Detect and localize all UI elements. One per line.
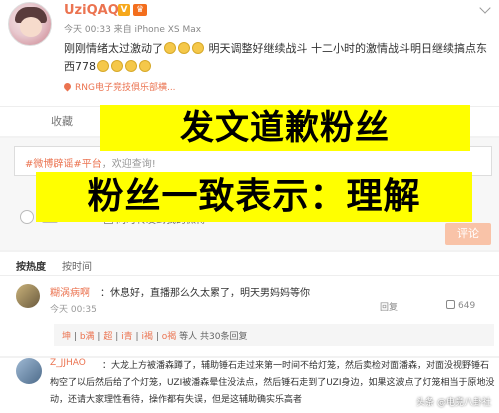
comment-time: 今天 00:35	[50, 305, 97, 315]
reply-user[interactable]: 坤	[62, 332, 71, 342]
commenter-avatar[interactable]	[16, 284, 40, 308]
sort-bar: 按热度 按时间	[0, 252, 499, 276]
separator: |	[97, 332, 101, 342]
user-avatar[interactable]	[8, 2, 52, 46]
grin-emoji-icon	[97, 60, 109, 72]
commenter-name[interactable]: 糊涡病啊	[50, 284, 90, 299]
comment-text: ：休息好，直播那么久太累了，明天男妈妈等你	[100, 288, 310, 299]
separator: |	[115, 332, 119, 342]
submit-comment-button[interactable]: 评论	[445, 223, 491, 245]
location-link[interactable]: RNG电子竞技俱乐部横...	[62, 80, 176, 93]
chevron-down-icon[interactable]	[479, 2, 491, 14]
input-hashtag: #微博辟谣#平台	[25, 159, 102, 170]
separator: |	[73, 332, 77, 342]
location-text: RNG电子竞技俱乐部横...	[75, 83, 176, 93]
avatar-face	[20, 17, 42, 37]
reply-summary[interactable]: 坤 | b满 | 超 | i青 | i褐 | o褐 等人 共30条回复	[54, 324, 494, 346]
separator: |	[155, 332, 159, 342]
input-text: ，欢迎查询!	[101, 159, 156, 170]
reply-user[interactable]: b满	[80, 332, 95, 342]
sort-by-time-tab[interactable]: 按时间	[62, 258, 92, 273]
comment-like-button[interactable]: 649	[446, 300, 475, 311]
grin-emoji-icon	[125, 60, 137, 72]
reply-user[interactable]: i褐	[141, 332, 153, 342]
separator: |	[135, 332, 139, 342]
comment-item: 糊涡病啊 ：休息好，直播那么久太累了，明天男妈妈等你 今天 00:35 回复 6…	[0, 276, 499, 356]
location-pin-icon	[62, 81, 73, 92]
thumbs-up-icon	[446, 300, 455, 309]
reply-user[interactable]: i青	[121, 332, 133, 342]
post-text: 刚刚情绪太过激动了 明天调整好继续战斗 十二小时的激情战斗明日继续搞点东西778	[64, 40, 492, 76]
grin-emoji-icon	[111, 60, 123, 72]
overlay-caption: 粉丝一致表示：理解	[36, 172, 472, 222]
reply-count-text: 等人 共30条回复	[179, 332, 248, 342]
like-count: 649	[458, 301, 476, 311]
member-crown-icon: ♛	[133, 4, 147, 16]
reply-button[interactable]: 回复	[380, 300, 398, 313]
laugh-emoji-icon	[192, 42, 204, 54]
commenter-avatar[interactable]	[16, 358, 42, 384]
verified-badge-icon: V	[118, 4, 130, 16]
post-username[interactable]: UziQAQ	[64, 3, 119, 18]
watermark: 头条 @电竞八卦社	[416, 398, 491, 408]
sort-by-hot-tab[interactable]: 按热度	[16, 258, 46, 273]
grin-emoji-icon	[139, 60, 151, 72]
laugh-emoji-icon	[164, 42, 176, 54]
reply-user[interactable]: o褐	[162, 332, 177, 342]
post-text-part1: 刚刚情绪太过激动了	[64, 42, 163, 55]
emoji-picker-icon[interactable]	[20, 210, 34, 224]
post-meta: 今天 00:33 来自 iPhone XS Max	[64, 25, 202, 35]
laugh-emoji-icon	[178, 42, 190, 54]
overlay-caption: 发文道歉粉丝	[100, 105, 470, 151]
reply-user[interactable]: 超	[103, 332, 112, 342]
